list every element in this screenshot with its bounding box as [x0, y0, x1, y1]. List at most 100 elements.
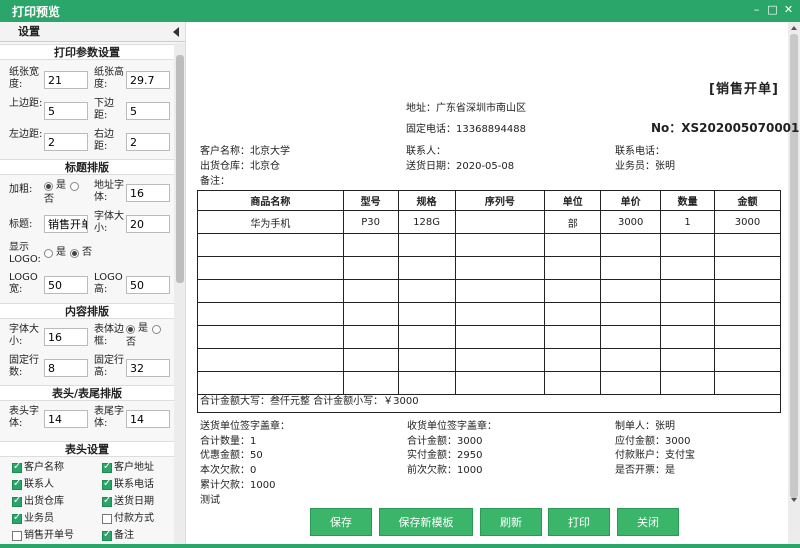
table-cell: [714, 325, 781, 349]
refresh-button[interactable]: 刷新: [480, 508, 542, 536]
header-font-input[interactable]: [44, 410, 88, 428]
paper-width-input[interactable]: [44, 71, 88, 89]
right-margin-label: 右边距:: [94, 129, 114, 152]
table-row: [197, 325, 781, 349]
bold-yes-radio[interactable]: [44, 182, 53, 191]
show-logo-yes-radio[interactable]: [44, 249, 53, 258]
preview-scrollbar[interactable]: [788, 22, 800, 544]
table-border-yes-radio[interactable]: [126, 325, 135, 334]
header-field-checkbox[interactable]: [12, 495, 22, 507]
fixed-rows-input[interactable]: [44, 359, 88, 377]
scroll-down-icon[interactable]: [791, 498, 797, 502]
top-margin-label: 上边距:: [9, 98, 43, 109]
header-field-checkbox[interactable]: [102, 514, 112, 524]
header-field-label: 客户名称: [24, 462, 64, 473]
paper-height-input[interactable]: [126, 71, 170, 89]
scroll-up-icon[interactable]: [791, 26, 797, 30]
print-button[interactable]: 打印: [548, 508, 610, 536]
table-cell: [397, 348, 456, 372]
top-margin-input[interactable]: [44, 102, 88, 120]
table-cell: [660, 302, 716, 326]
table-cell: [342, 279, 399, 303]
table-cell: [544, 325, 602, 349]
header-field-label: 联系人: [24, 479, 54, 490]
table-header-row: 商品名称 型号 规格 序列号 单位 单价 数量 金额: [197, 190, 781, 211]
show-logo-label: 显示LOGO:: [9, 242, 41, 265]
table-cell: [454, 325, 546, 349]
table-cell: [197, 302, 344, 326]
sidebar-scroll-thumb[interactable]: [176, 55, 184, 283]
maximize-icon[interactable]: □: [766, 3, 779, 17]
preview-scroll-thumb[interactable]: [790, 34, 798, 498]
table-cell: [397, 279, 456, 303]
header-field-checkbox[interactable]: [12, 478, 22, 490]
logo-height-label: LOGO高:: [94, 272, 123, 295]
table-row: [197, 302, 781, 326]
table-border-label: 表体边框:: [94, 324, 124, 347]
maker: 制单人：张明: [615, 421, 675, 432]
column-header: 数量: [660, 190, 716, 211]
title-bar: 打印预览 – □ ✕: [0, 0, 800, 22]
title-input[interactable]: [44, 215, 88, 233]
table-cell: [544, 233, 602, 257]
table-cell: [660, 279, 716, 303]
bold-no-radio[interactable]: [70, 182, 79, 191]
title-font-input[interactable]: [126, 215, 170, 233]
table-border-no-radio[interactable]: [152, 325, 161, 334]
table-cell: [342, 302, 399, 326]
footer-font-input[interactable]: [126, 410, 170, 428]
header-field-checkbox[interactable]: [102, 529, 112, 541]
previous-debt: 前次欠款：1000: [407, 465, 483, 476]
minimize-icon[interactable]: –: [750, 3, 763, 17]
table-cell: [544, 348, 602, 372]
print-params-title: 打印参数设置: [0, 44, 174, 60]
items-table: 商品名称 型号 规格 序列号 单位 单价 数量 金额 华为手机 P30 128G 部 3000 1 300…: [197, 190, 781, 395]
settings-sidebar: 设置 打印参数设置 纸张宽度: 纸张高度: 上边距: 下边距: 左边距: 右边距…: [0, 22, 186, 544]
header-field-checkbox[interactable]: [102, 495, 112, 507]
header-field-label: 送货日期: [114, 496, 154, 507]
save-template-button[interactable]: 保存新模板: [379, 508, 473, 536]
sidebar-scrollbar[interactable]: [174, 43, 185, 544]
address-font-input[interactable]: [126, 184, 170, 202]
save-button[interactable]: 保存: [310, 508, 372, 536]
header-field-checkbox[interactable]: [12, 512, 22, 524]
right-margin-input[interactable]: [126, 133, 170, 151]
header-field-checkbox[interactable]: [12, 461, 22, 473]
invoiced: 是否开票：是: [615, 465, 675, 476]
column-header: 商品名称: [197, 190, 344, 211]
column-header: 序列号: [454, 190, 546, 211]
bottom-margin-input[interactable]: [126, 102, 170, 120]
payable-amount: 应付金额：3000: [615, 436, 691, 447]
sidebar-header: 设置: [0, 22, 185, 42]
table-cell: 3000: [600, 210, 662, 234]
header-field-checkbox[interactable]: [12, 531, 22, 541]
table-cell: 1: [660, 210, 716, 234]
left-margin-input[interactable]: [44, 133, 88, 151]
title-layout-title: 标题排版: [0, 159, 174, 175]
contact-person: 联系人：: [406, 146, 446, 157]
font-size-input[interactable]: [44, 328, 88, 346]
table-cell: [714, 256, 781, 280]
header-settings-title: 表头设置: [0, 441, 174, 457]
close-icon[interactable]: ✕: [782, 3, 795, 17]
font-size-label: 字体大小:: [9, 324, 39, 347]
company-address: 地址：广东省深圳市南山区: [406, 103, 526, 114]
table-cell: [197, 325, 344, 349]
remark: 备注：: [200, 176, 230, 187]
header-field-checkbox[interactable]: [102, 478, 112, 490]
close-button[interactable]: 关闭: [617, 508, 679, 536]
show-logo-no-radio[interactable]: [70, 249, 79, 258]
header-field-checkbox[interactable]: [102, 461, 112, 473]
table-cell: [544, 279, 602, 303]
table-border-yes-label: 是: [138, 323, 148, 334]
logo-height-input[interactable]: [126, 276, 170, 294]
table-cell: [660, 256, 716, 280]
show-logo-no-label: 否: [82, 247, 92, 258]
table-cell: [342, 233, 399, 257]
column-header: 金额: [714, 190, 781, 211]
collapse-left-icon[interactable]: [173, 27, 179, 37]
header-field-label: 客户地址: [114, 462, 154, 473]
table-cell: [714, 233, 781, 257]
fixed-row-height-input[interactable]: [126, 359, 170, 377]
logo-width-input[interactable]: [44, 276, 88, 294]
